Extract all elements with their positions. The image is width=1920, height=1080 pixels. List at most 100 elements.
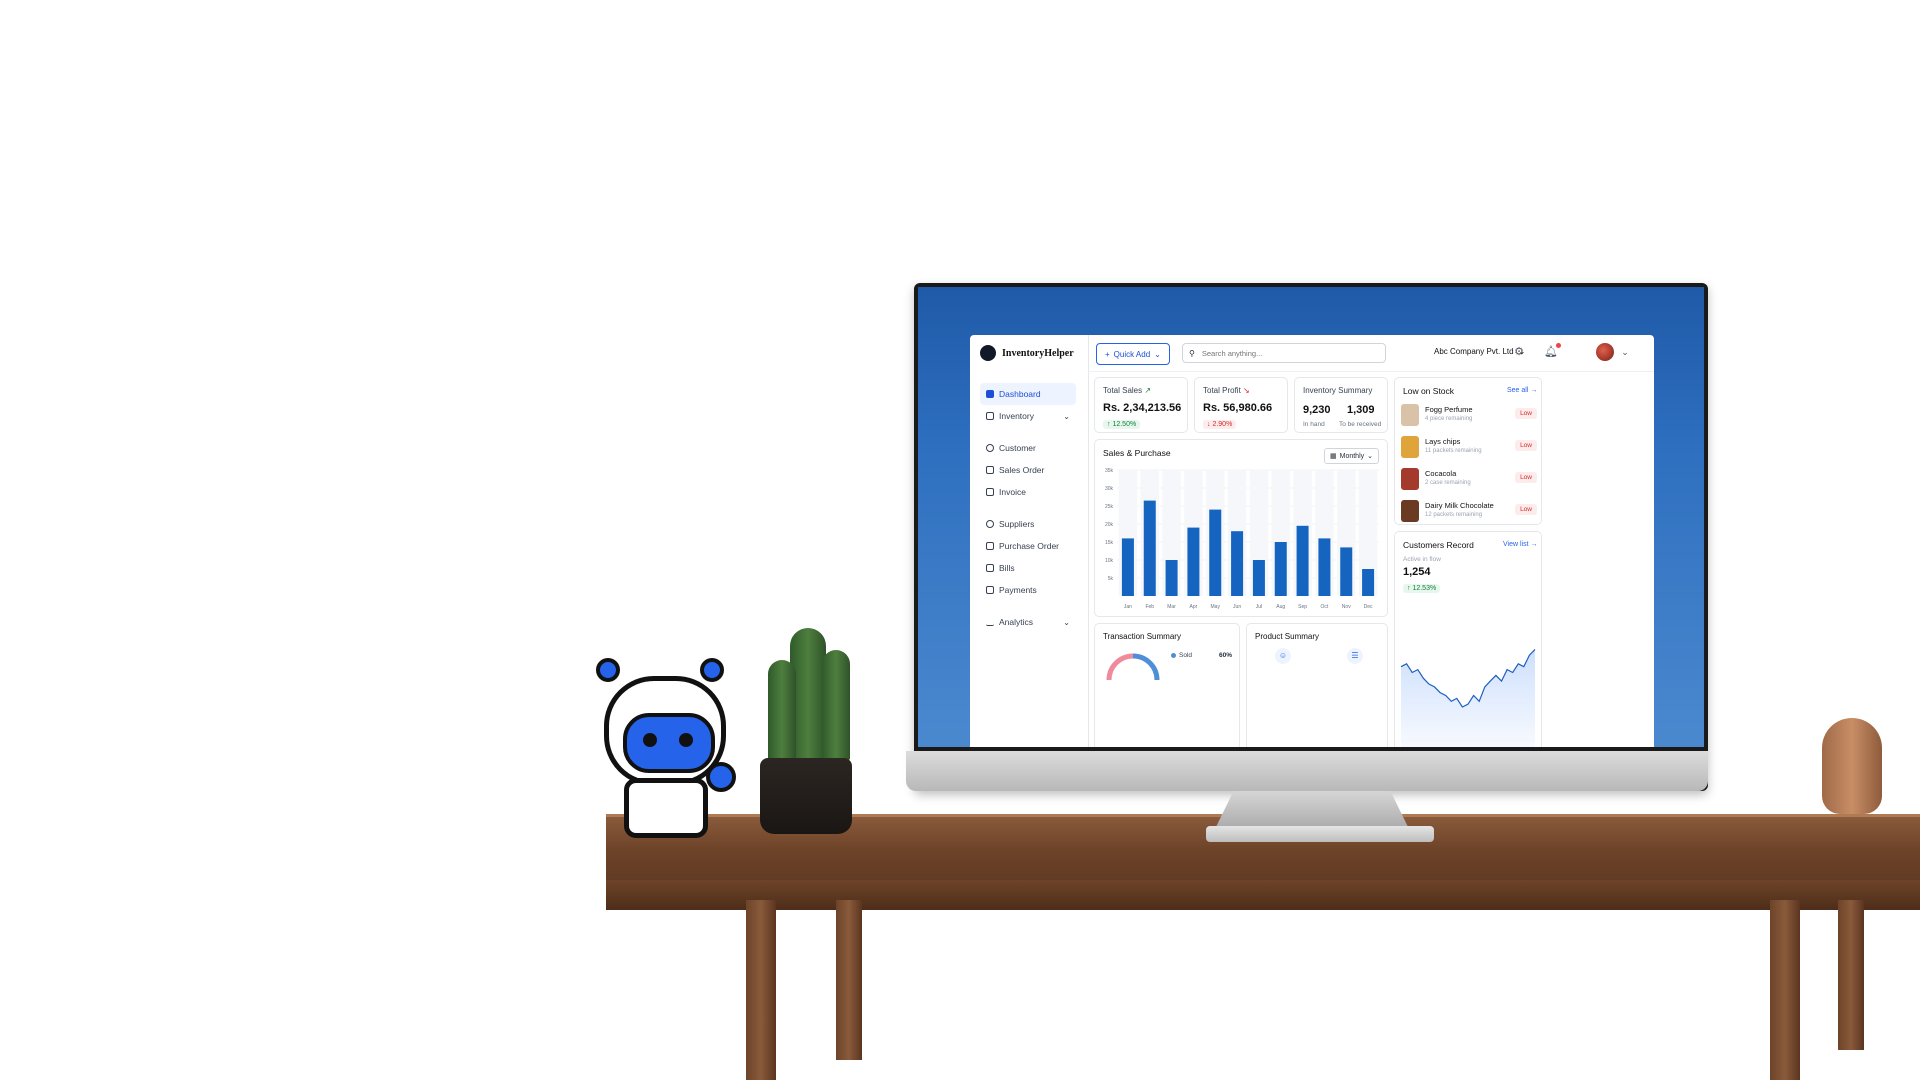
sidebar-item-payments[interactable]: Payments	[980, 579, 1076, 601]
product-remaining: 11 packets remaining	[1425, 448, 1482, 454]
desk-leg	[1770, 900, 1800, 1080]
cactus-plant	[822, 650, 850, 760]
brand-name: InventoryHelper	[1002, 347, 1074, 359]
cactus-plant	[768, 660, 796, 760]
monitor-screen: InventoryHelper Dashboard Inventory ⌄ Cu…	[918, 287, 1704, 747]
search-icon: ⚲	[1189, 348, 1195, 358]
in-hand-value: 9,230	[1303, 404, 1331, 416]
list-item[interactable]: Dairy Milk Chocolate 12 packets remainin…	[1401, 498, 1537, 526]
plus-icon: +	[1105, 349, 1110, 359]
sidebar-item-label: Invoice	[999, 487, 1026, 497]
gear-icon[interactable]: ⚙	[1512, 345, 1526, 359]
total-profit-card: Total Profit ↘ Rs. 56,980.66 ↓ 2.90%	[1194, 377, 1288, 433]
y-tick-label: 15k	[1105, 540, 1114, 546]
transaction-donut-chart	[1106, 653, 1160, 681]
status-badge: Low	[1515, 504, 1537, 515]
sidebar-item-label: Suppliers	[999, 519, 1035, 529]
quick-add-label: Quick Add	[1113, 349, 1151, 359]
inventory-app-window: InventoryHelper Dashboard Inventory ⌄ Cu…	[970, 335, 1654, 747]
robot-antenna	[596, 658, 620, 682]
product-name: Fogg Perfume	[1425, 405, 1473, 414]
robot-eye	[643, 733, 657, 747]
to-receive-value: 1,309	[1347, 404, 1375, 416]
notification-dot	[1556, 343, 1561, 348]
topbar: + Quick Add ⌄ ⚲ Abc Company Pvt. Ltd ⌄ ⚙…	[1088, 335, 1654, 372]
desk-scene: InventoryHelper Dashboard Inventory ⌄ Cu…	[0, 0, 1920, 1080]
y-tick-label: 20k	[1105, 522, 1114, 528]
search-box: ⚲	[1182, 343, 1386, 363]
x-tick-label: Dec	[1364, 604, 1373, 610]
product-name: Lays chips	[1425, 437, 1461, 446]
trend-down-icon: ↘	[1243, 386, 1250, 395]
sidebar-item-purchase-order[interactable]: Purchase Order	[980, 535, 1076, 557]
y-tick-label: 35k	[1105, 468, 1114, 474]
card-title: Total Sales ↗	[1103, 386, 1152, 395]
bar	[1165, 560, 1178, 596]
sidebar-item-dashboard[interactable]: Dashboard	[980, 383, 1076, 405]
monitor-stand	[1214, 791, 1410, 831]
sidebar-item-inventory[interactable]: Inventory ⌄	[980, 405, 1076, 427]
total-profit-change: ↓ 2.90%	[1203, 420, 1237, 429]
list-item[interactable]: Fogg Perfume 4 piece remaining Low	[1401, 402, 1537, 430]
bar	[1231, 531, 1244, 596]
x-tick-label: Jan	[1124, 604, 1132, 610]
search-input[interactable]	[1199, 347, 1374, 359]
monitor-chin	[906, 751, 1708, 791]
desk-edge	[606, 880, 1920, 910]
list-item[interactable]: Cocacola 2 case remaining Low	[1401, 466, 1537, 494]
product-name: Dairy Milk Chocolate	[1425, 501, 1494, 510]
x-tick-label: Sep	[1298, 604, 1307, 610]
x-tick-label: May	[1211, 604, 1221, 610]
sidebar-item-analytics[interactable]: Analytics ⌄	[980, 611, 1076, 633]
x-tick-label: Apr	[1190, 604, 1198, 610]
in-hand-label: In hand	[1303, 421, 1325, 428]
donut-segment	[1132, 653, 1160, 681]
card-title: Product Summary	[1255, 632, 1320, 641]
chevron-down-icon: ⌄	[1154, 349, 1161, 359]
total-sales-card: Total Sales ↗ Rs. 2,34,213.56 ↑ 12.50%	[1094, 377, 1188, 433]
sidebar-item-customer[interactable]: Customer	[980, 437, 1076, 459]
sidebar-item-invoice[interactable]: Invoice	[980, 481, 1076, 503]
to-receive-label: To be received	[1339, 421, 1382, 428]
chevron-down-icon: ⌄	[1063, 617, 1070, 627]
sidebar-nav: Dashboard Inventory ⌄ Customer Sales Ord…	[980, 383, 1076, 633]
sidebar-item-sales-order[interactable]: Sales Order	[980, 459, 1076, 481]
bar-chart-icon	[986, 618, 994, 626]
bar	[1362, 569, 1375, 596]
quick-add-button[interactable]: + Quick Add ⌄	[1096, 343, 1170, 365]
document-icon	[986, 564, 994, 572]
bar	[1187, 527, 1200, 596]
robot-hand	[706, 762, 736, 792]
x-tick-label: Jul	[1256, 604, 1262, 610]
avatar[interactable]	[1596, 343, 1614, 361]
sidebar-item-bills[interactable]: Bills	[980, 557, 1076, 579]
card-icon	[986, 586, 994, 594]
product-remaining: 2 case remaining	[1425, 480, 1471, 486]
product-thumbnail	[1401, 436, 1419, 458]
status-badge: Low	[1515, 408, 1537, 419]
see-all-link[interactable]: See all →	[1507, 387, 1537, 394]
bar	[1274, 542, 1287, 596]
company-name: Abc Company Pvt. Ltd	[1434, 347, 1514, 356]
brand[interactable]: InventoryHelper	[980, 345, 1074, 361]
x-tick-label: Aug	[1276, 604, 1285, 610]
document-icon	[986, 488, 994, 496]
sidebar-item-label: Sales Order	[999, 465, 1045, 475]
desk-leg	[1838, 900, 1864, 1050]
bar	[1143, 500, 1156, 596]
y-tick-label: 30k	[1105, 486, 1114, 492]
inventory-summary-card: Inventory Summary 9,230 1,309 In hand To…	[1294, 377, 1388, 433]
total-sales-value: Rs. 2,34,213.56	[1103, 402, 1182, 414]
sidebar-item-label: Analytics	[999, 617, 1034, 627]
sidebar-item-suppliers[interactable]: Suppliers	[980, 513, 1076, 535]
bar	[1340, 547, 1353, 596]
chevron-down-icon[interactable]: ⌄	[1618, 345, 1632, 359]
users-icon: ☺	[1275, 648, 1291, 664]
robot-mascot	[596, 650, 756, 840]
transaction-summary-card: Transaction Summary Sold 60%	[1094, 623, 1240, 747]
list-item[interactable]: Lays chips 11 packets remaining Low	[1401, 434, 1537, 462]
sidebar-item-label: Purchase Order	[999, 541, 1059, 551]
product-thumbnail	[1401, 468, 1419, 490]
x-tick-label: Feb	[1145, 604, 1154, 610]
grid-icon	[986, 390, 994, 398]
